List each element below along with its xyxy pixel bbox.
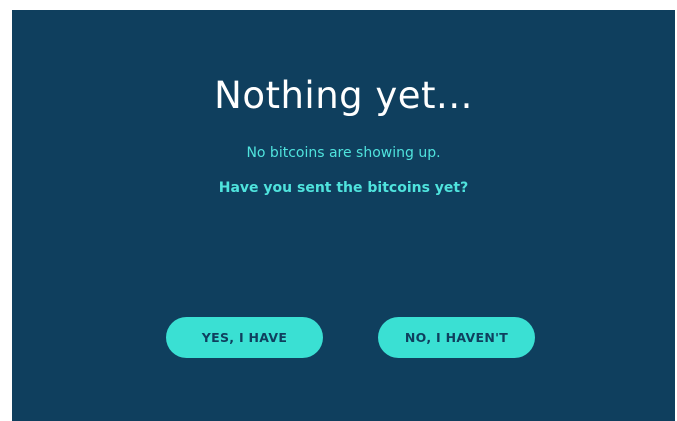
question-prompt: Have you sent the bitcoins yet? <box>218 180 469 196</box>
status-message: No bitcoins are showing up. <box>246 145 441 161</box>
yes-i-have-button[interactable]: YES, I HAVE <box>166 317 323 358</box>
status-screen: Nothing yet... No bitcoins are showing u… <box>12 10 675 421</box>
no-i-havent-button[interactable]: NO, I HAVEN'T <box>378 317 535 358</box>
page-title: Nothing yet... <box>214 74 473 117</box>
